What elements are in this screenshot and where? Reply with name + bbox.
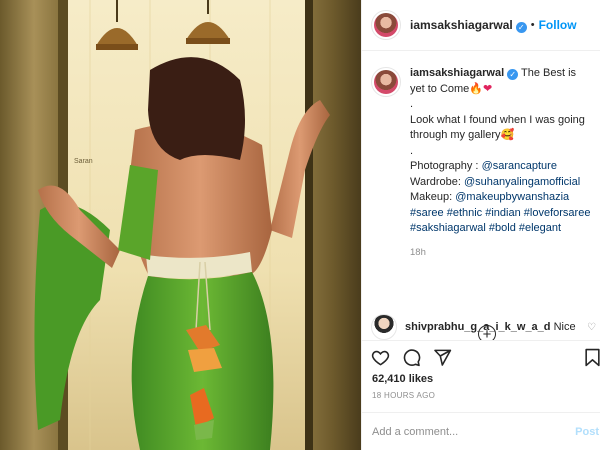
caption-username[interactable]: iamsakshiagarwal	[410, 67, 504, 79]
hashtag-indian[interactable]: #indian	[485, 207, 520, 219]
commenter-username[interactable]: shivprabhu_g_a_i_k_w_a_d	[405, 321, 551, 333]
comment-body: Nice	[553, 321, 576, 333]
post-header: iamsakshiagarwal ✓ • Follow	[362, 0, 600, 51]
post-comment-button[interactable]: Post	[575, 426, 599, 438]
caption-line2: Look what I found when I was going throu…	[410, 113, 585, 142]
comment-icon[interactable]	[402, 348, 421, 367]
comment-text: shivprabhu_g_a_i_k_w_a_d Nice	[405, 321, 576, 333]
smiling-hearts-emoji-icon: 🥰	[500, 129, 515, 141]
post-details-panel: iamsakshiagarwal ✓ • Follow iamsakshiagar…	[361, 0, 600, 450]
header-username-text[interactable]: iamsakshiagarwal	[410, 18, 513, 32]
caption-dot-1: .	[410, 98, 414, 110]
header-avatar[interactable]	[371, 10, 401, 40]
caption-body: iamsakshiagarwal ✓ The Best is yet to Com…	[410, 66, 592, 260]
action-bar	[362, 340, 600, 374]
makeup-label: Makeup:	[410, 191, 456, 203]
hashtag-bold[interactable]: #bold	[489, 222, 516, 234]
comment-like-heart-icon[interactable]: ♡	[587, 322, 596, 333]
wardrobe-mention[interactable]: @suhanyalingamofficial	[464, 176, 580, 188]
heart-emoji-icon: ❤	[483, 82, 493, 95]
photo-illustration	[0, 0, 361, 450]
follow-button[interactable]: Follow	[539, 18, 577, 32]
fire-emoji-icon: 🔥	[469, 82, 484, 95]
hashtag-ethnic[interactable]: #ethnic	[447, 207, 482, 219]
comment-item: shivprabhu_g_a_i_k_w_a_d Nice ♡	[371, 314, 596, 340]
header-username[interactable]: iamsakshiagarwal ✓	[410, 18, 527, 33]
commenter-avatar[interactable]	[371, 314, 397, 340]
verified-badge-icon: ✓	[515, 21, 527, 33]
bookmark-icon[interactable]	[584, 348, 600, 367]
caption-dot-2: .	[410, 144, 414, 157]
hashtag-loveforsaree[interactable]: #loveforsaree	[524, 207, 591, 219]
post-photo[interactable]: Saran	[0, 0, 361, 450]
photography-label: Photography :	[410, 160, 482, 172]
wardrobe-label: Wardrobe:	[410, 175, 465, 188]
comments-section[interactable]: iamsakshiagarwal ✓ The Best is yet to Com…	[362, 52, 600, 340]
heart-icon[interactable]	[371, 348, 390, 367]
likes-count[interactable]: 62,410 likes	[372, 373, 433, 385]
comment-input[interactable]	[372, 425, 572, 438]
add-comment-bar: Post	[362, 412, 600, 450]
posted-time[interactable]: 18 HOURS AGO	[372, 391, 435, 400]
hashtag-sakshiagarwal[interactable]: #sakshiagarwal	[410, 222, 486, 234]
caption-avatar[interactable]	[371, 67, 401, 97]
caption-verified-badge-icon: ✓	[507, 69, 519, 80]
photography-mention[interactable]: @sarancapture	[482, 160, 557, 172]
hashtag-saree[interactable]: #saree	[410, 207, 444, 219]
caption-time[interactable]: 18h	[410, 245, 592, 261]
makeup-mention[interactable]: @makeupbywanshazia	[455, 191, 569, 203]
hashtag-elegant[interactable]: #elegant	[519, 222, 561, 234]
photo-watermark: Saran	[74, 158, 93, 165]
header-separator: •	[530, 19, 535, 31]
caption: iamsakshiagarwal ✓ The Best is yet to Com…	[371, 66, 592, 260]
share-icon[interactable]	[433, 348, 452, 367]
